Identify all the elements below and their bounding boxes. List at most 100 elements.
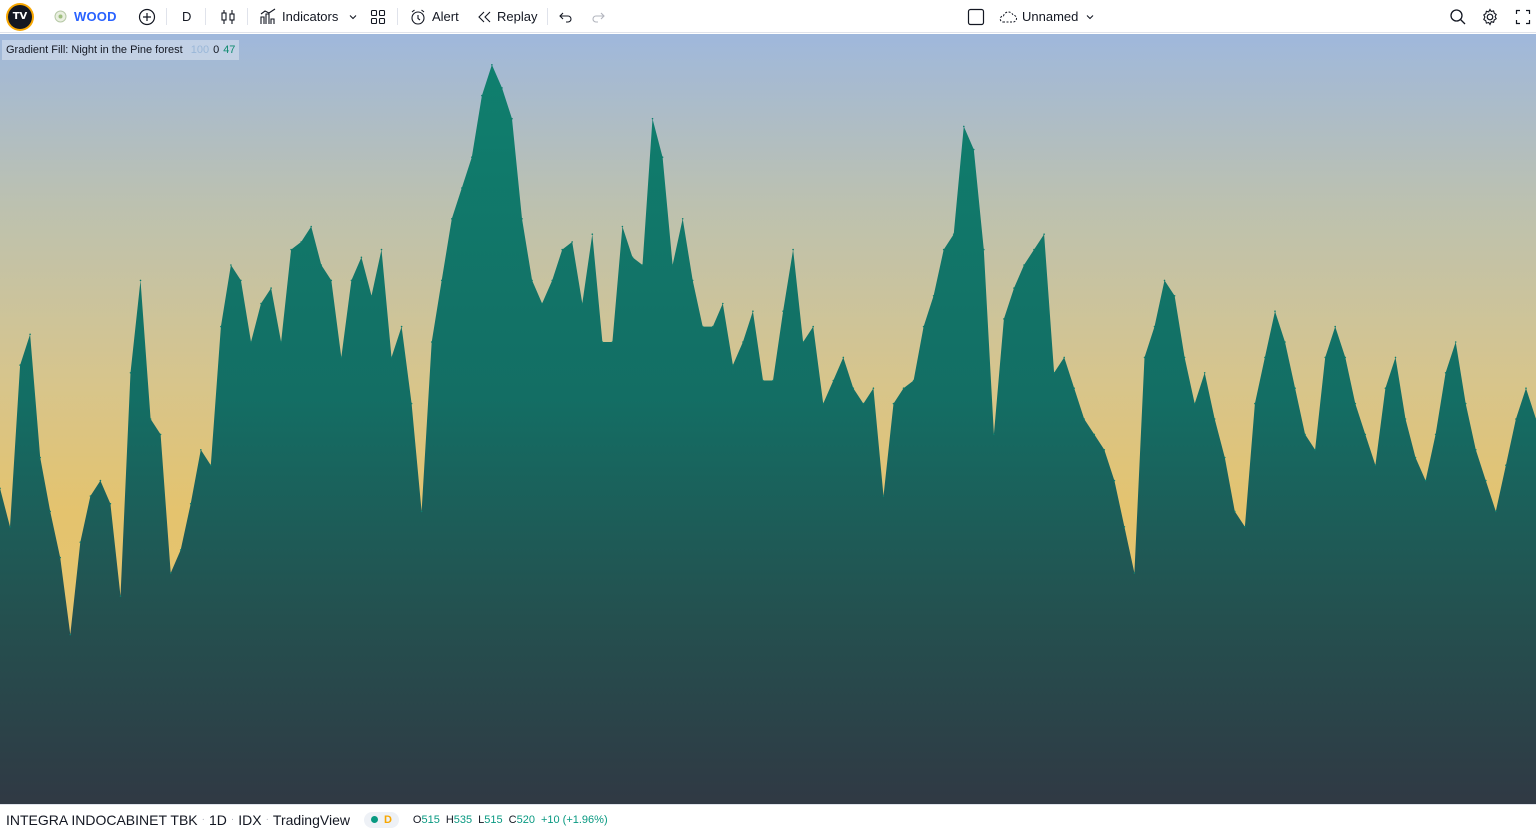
data-point	[1454, 341, 1457, 343]
data-point	[340, 356, 343, 359]
data-point	[511, 117, 513, 120]
instrument-exchange[interactable]: IDX	[238, 812, 261, 828]
replay-button[interactable]: Replay	[476, 0, 537, 33]
data-point	[1525, 387, 1527, 390]
data-point	[1354, 402, 1357, 405]
data-point	[9, 526, 11, 528]
instrument-name[interactable]: INTEGRA INDOCABINET TBK	[6, 812, 198, 828]
data-point	[541, 302, 543, 305]
data-point	[1213, 418, 1216, 420]
symbol-name: WOOD	[74, 9, 117, 24]
data-point	[1475, 449, 1477, 451]
divider	[205, 8, 206, 25]
data-point	[240, 279, 242, 282]
high-value: 535	[453, 813, 473, 826]
data-point	[1173, 295, 1176, 297]
alert-label: Alert	[432, 9, 459, 24]
data-point	[1404, 418, 1407, 420]
settings-button[interactable]	[1481, 0, 1499, 33]
data-point	[19, 364, 21, 366]
symbol-search[interactable]: WOOD	[54, 0, 117, 33]
divider	[247, 8, 248, 25]
data-point	[1264, 356, 1266, 359]
fullscreen-button[interactable]	[1515, 0, 1531, 33]
data-point	[701, 325, 704, 328]
data-point	[1093, 433, 1096, 436]
layout-name-button[interactable]: Unnamed	[998, 0, 1096, 33]
search-button[interactable]	[1449, 0, 1467, 33]
data-point	[491, 64, 493, 66]
data-point	[461, 187, 463, 189]
data-point	[892, 402, 895, 405]
legend-value-2: 0	[213, 44, 220, 56]
data-point	[691, 279, 694, 282]
data-point	[531, 279, 533, 282]
change-value: +10 (+1.96%)	[540, 813, 608, 826]
data-point	[722, 302, 724, 305]
instrument-interval[interactable]: 1D	[209, 812, 227, 828]
tradingview-logo[interactable]: TV	[8, 5, 32, 29]
data-point	[1444, 372, 1447, 374]
data-point	[1003, 318, 1005, 320]
data-point	[1193, 402, 1196, 405]
undo-button[interactable]	[558, 0, 574, 33]
data-point	[1304, 433, 1306, 436]
data-point	[792, 248, 794, 251]
data-point	[380, 248, 383, 251]
data-point	[320, 264, 323, 266]
data-point	[631, 256, 634, 259]
data-point	[451, 218, 453, 220]
data-point	[1505, 464, 1507, 467]
data-point	[742, 341, 744, 343]
compare-button[interactable]	[138, 0, 156, 33]
layout-button[interactable]	[967, 0, 985, 33]
data-point	[1013, 287, 1015, 289]
data-point	[1043, 233, 1045, 235]
data-point	[993, 433, 995, 436]
data-point	[1224, 456, 1226, 459]
data-source[interactable]: TradingView	[273, 812, 350, 828]
data-point	[661, 156, 664, 158]
chart-pane[interactable]: Gradient Fill: Night in the Pine forest …	[0, 34, 1536, 804]
market-open-dot	[370, 816, 378, 823]
data-point	[973, 148, 975, 151]
data-point	[822, 402, 824, 405]
templates-button[interactable]	[369, 0, 387, 33]
indicator-legend[interactable]: Gradient Fill: Night in the Pine forest …	[2, 40, 240, 60]
data-point	[1053, 372, 1055, 374]
data-point	[932, 295, 935, 297]
indicators-label: Indicators	[282, 9, 339, 24]
data-point	[752, 310, 754, 313]
market-status-pill[interactable]: D	[363, 811, 399, 828]
indicators-button[interactable]: Indicators	[259, 0, 338, 33]
data-point	[1284, 341, 1286, 343]
area-chart	[0, 64, 1536, 804]
data-point	[49, 510, 51, 513]
chart-type-button[interactable]	[219, 0, 237, 33]
replay-icon	[478, 11, 491, 22]
data-point	[561, 248, 563, 251]
open-value: 515	[421, 813, 440, 826]
symbol-logo-icon	[54, 10, 67, 23]
indicators-dropdown[interactable]	[347, 0, 359, 33]
undo-icon	[559, 12, 572, 23]
data-point	[983, 248, 985, 251]
data-point	[330, 279, 333, 282]
redo-button[interactable]	[590, 0, 606, 33]
data-point	[179, 549, 182, 551]
indicators-icon	[260, 8, 276, 24]
data-point	[1394, 356, 1397, 359]
data-point	[812, 325, 814, 328]
interval-label: D	[182, 9, 192, 24]
alert-button[interactable]: Alert	[409, 0, 459, 33]
data-point	[832, 379, 835, 382]
interval-button[interactable]: D	[182, 0, 191, 33]
data-point	[300, 241, 303, 243]
cloud-icon	[999, 10, 1017, 22]
data-point	[852, 387, 855, 390]
legend-value-3: 47	[223, 44, 236, 56]
data-point	[230, 264, 232, 266]
data-point	[29, 333, 31, 336]
data-point	[1244, 526, 1246, 528]
candles-icon	[221, 9, 235, 24]
